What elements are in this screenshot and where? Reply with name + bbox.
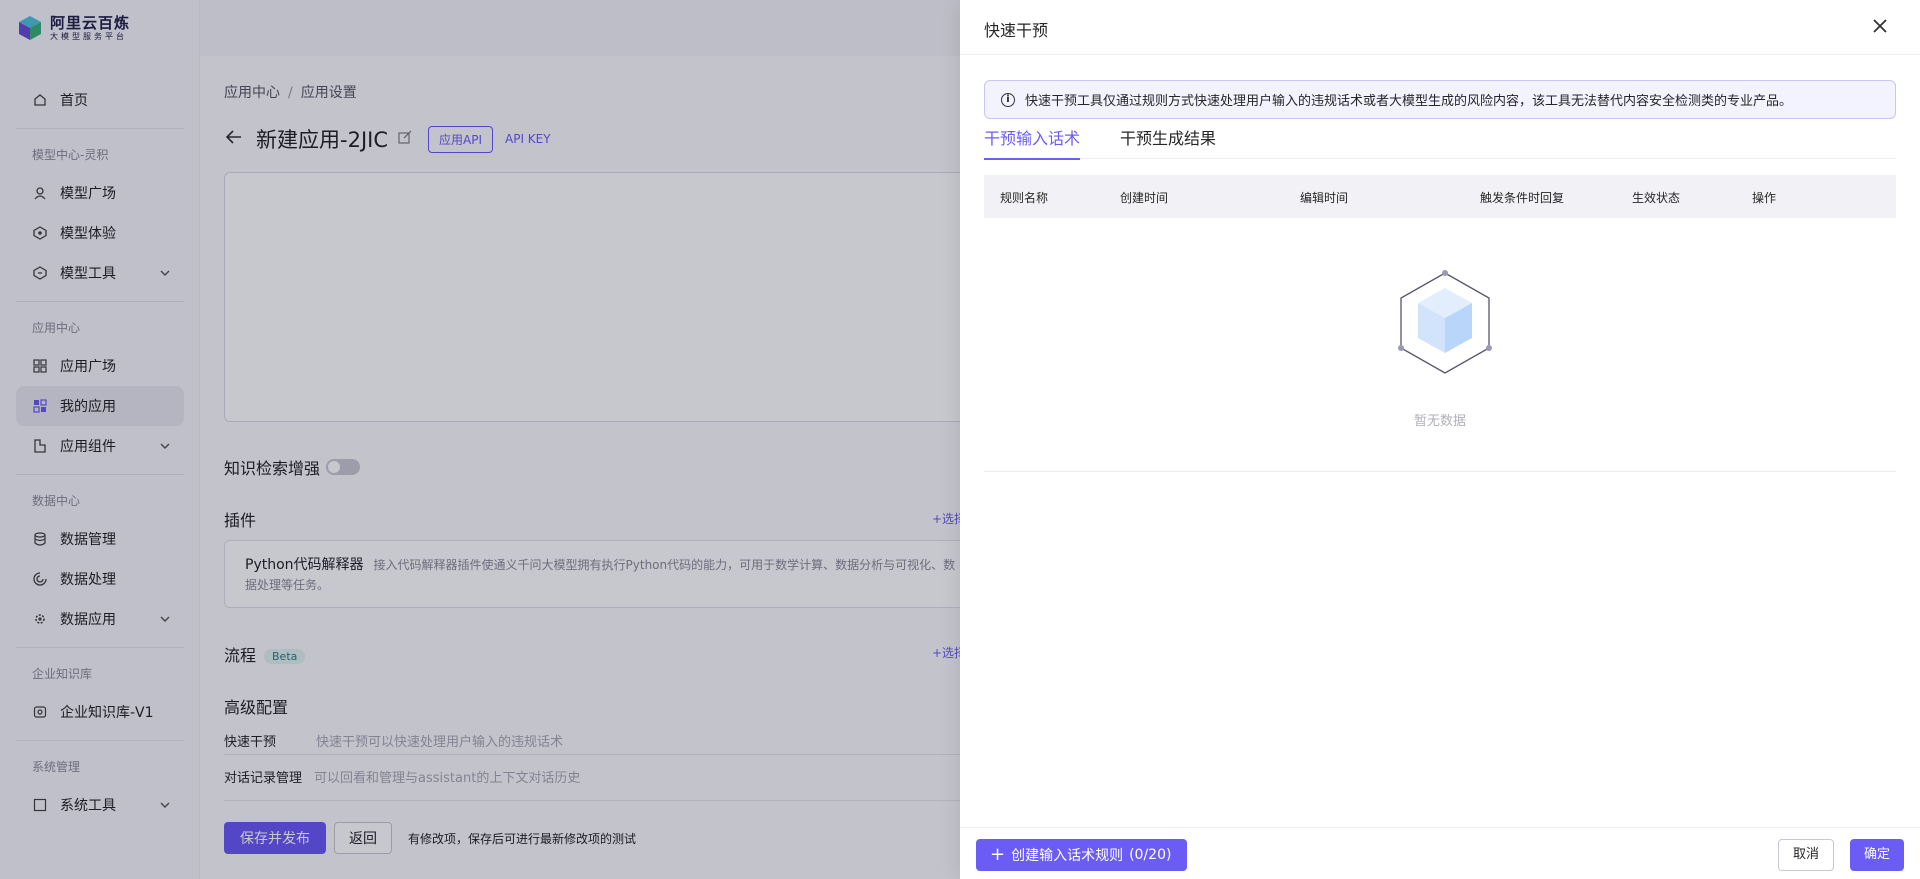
- drawer-title: 快速干预: [984, 21, 1049, 40]
- info-icon: i: [1001, 92, 1015, 107]
- drawer-header: 快速干预: [960, 0, 1920, 55]
- plus-icon: +: [990, 844, 1006, 865]
- empty-state: 暂无数据: [984, 218, 1896, 472]
- drawer-tabs: 干预输入话术 干预生成结果: [984, 124, 1896, 160]
- drawer-footer: + 创建输入话术规则 (0/20) 取消 确定: [960, 827, 1920, 879]
- rules-table-header: 规则名称 创建时间 编辑时间 触发条件时回复 生效状态 操作: [984, 175, 1896, 218]
- column-header: 操作: [1752, 191, 1777, 205]
- info-alert: i 快速干预工具仅通过规则方式快速处理用户输入的违规话术或者大模型生成的风险内容…: [984, 80, 1896, 119]
- confirm-button[interactable]: 确定: [1849, 839, 1904, 871]
- column-header: 规则名称: [1000, 191, 1049, 205]
- column-header: 编辑时间: [1300, 191, 1349, 205]
- column-header: 生效状态: [1632, 191, 1681, 205]
- cancel-button[interactable]: 取消: [1777, 839, 1834, 871]
- create-input-rule-button[interactable]: + 创建输入话术规则 (0/20): [976, 839, 1188, 871]
- quick-intervene-drawer: 快速干预 i 快速干预工具仅通过规则方式快速处理用户输入的违规话术或者大模型生成…: [960, 0, 1920, 879]
- alert-text: 快速干预工具仅通过规则方式快速处理用户输入的违规话术或者大模型生成的风险内容，该…: [1025, 94, 1793, 109]
- create-button-count: (0/20): [1129, 847, 1172, 863]
- close-icon[interactable]: [1870, 16, 1890, 36]
- tab-intervene-output[interactable]: 干预生成结果: [1120, 124, 1216, 159]
- column-header: 触发条件时回复: [1480, 191, 1565, 205]
- tab-intervene-input[interactable]: 干预输入话术: [984, 124, 1081, 160]
- create-button-label: 创建输入话术规则: [1011, 848, 1124, 864]
- column-header: 创建时间: [1120, 191, 1169, 205]
- empty-text: 暂无数据: [1413, 414, 1466, 429]
- empty-box-icon: [1398, 270, 1492, 374]
